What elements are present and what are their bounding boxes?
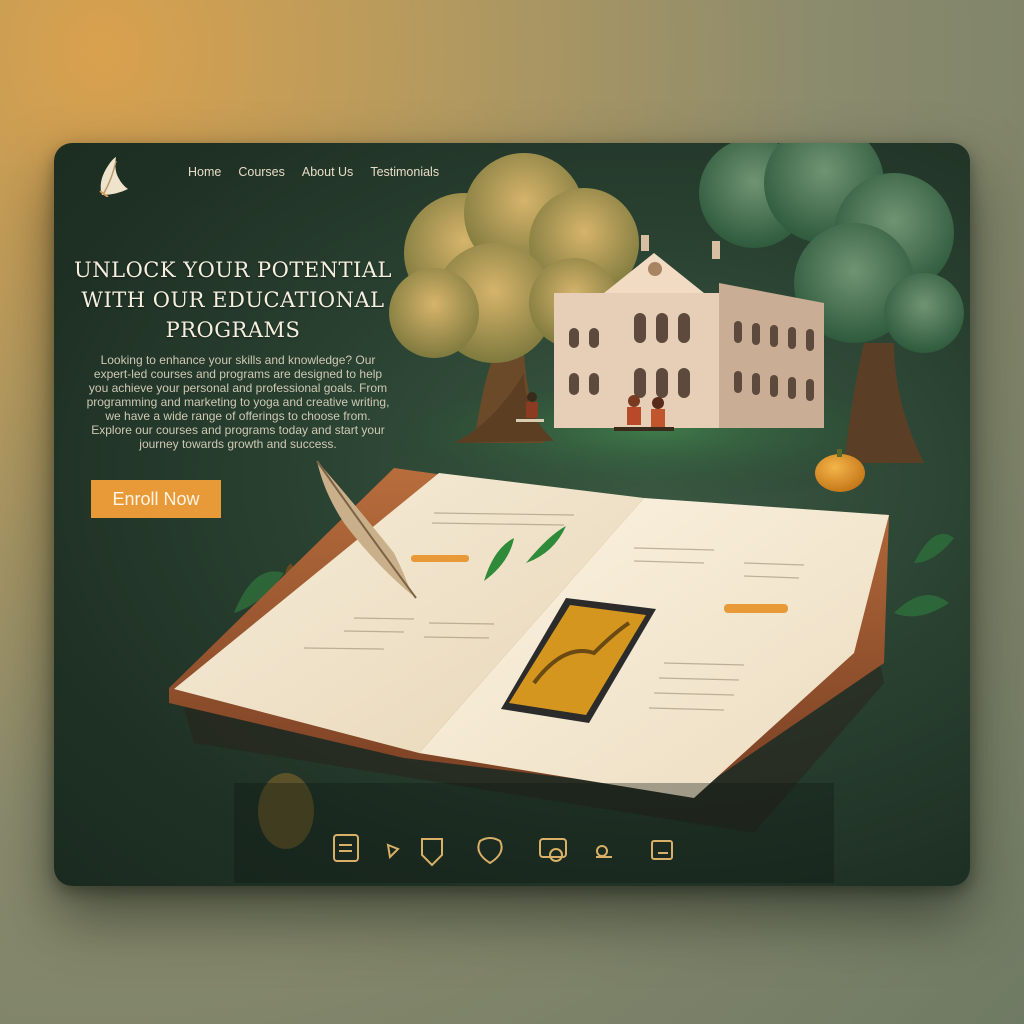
- nav-home-link[interactable]: Home: [188, 165, 221, 179]
- feature-icons-row: [333, 834, 673, 867]
- book-icon: [333, 834, 359, 862]
- hero-description: Looking to enhance your skills and knowl…: [86, 353, 390, 451]
- feather-logo-icon[interactable]: [94, 155, 134, 197]
- heart-icon: [477, 837, 503, 865]
- devices-icon: [539, 838, 567, 862]
- badge-icon: [421, 838, 443, 867]
- nav-courses-link[interactable]: Courses: [238, 165, 285, 179]
- nav-about-link[interactable]: About Us: [302, 165, 353, 179]
- hero-title: UNLOCK YOUR POTENTIAL WITH OUR EDUCATION…: [74, 258, 392, 342]
- certificate-icon: [651, 840, 673, 860]
- main-nav: Home Courses About Us Testimonials: [188, 165, 439, 179]
- pencil-icon: [386, 843, 400, 860]
- nav-testimonials-link[interactable]: Testimonials: [370, 165, 439, 179]
- glasses-icon: [596, 845, 612, 858]
- hero-card: Home Courses About Us Testimonials UNLOC…: [54, 143, 970, 886]
- enroll-now-button[interactable]: Enroll Now: [91, 480, 221, 518]
